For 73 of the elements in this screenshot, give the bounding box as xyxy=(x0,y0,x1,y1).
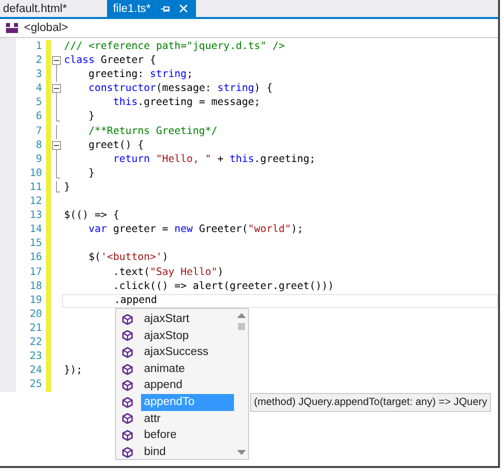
code-line: greeting: string; xyxy=(88,69,193,80)
completion-item[interactable]: ajaxSuccess xyxy=(116,344,234,361)
code-line: greet() { xyxy=(88,140,144,151)
completion-item[interactable]: before xyxy=(116,427,234,444)
quick-info-tooltip: (method) JQuery.appendTo(target: any) => JQuery xyxy=(250,393,492,412)
line-number: 14 xyxy=(28,223,43,238)
line-number: 18 xyxy=(28,280,43,294)
code-line: $('<button>') xyxy=(88,252,168,264)
cube-icon xyxy=(122,364,133,375)
code-line: }); xyxy=(64,365,82,376)
completion-item[interactable]: animate xyxy=(116,360,234,378)
line-number: 5 xyxy=(34,96,43,110)
close-icon[interactable] xyxy=(178,4,188,13)
completion-item[interactable]: attr xyxy=(116,410,234,428)
code-line: class Greeter { xyxy=(64,55,156,66)
tab-title: file1.ts* xyxy=(112,2,151,14)
code-line: .append xyxy=(113,294,158,306)
line-number: 23 xyxy=(28,350,43,364)
line-number: 8 xyxy=(34,138,43,153)
line-number: 25 xyxy=(28,378,43,392)
line-number: 17 xyxy=(28,266,43,280)
completion-item[interactable]: ajaxStop xyxy=(116,328,234,344)
namespace-icon xyxy=(6,23,18,33)
line-number: 2 xyxy=(34,54,43,68)
line-number: 11 xyxy=(28,180,43,195)
line-number: 20 xyxy=(28,308,43,322)
line-number: 1 xyxy=(34,40,43,54)
code-line: /**Returns Greeting*/ xyxy=(88,126,218,137)
line-number: 16 xyxy=(28,251,43,266)
completion-item[interactable]: ajaxStart xyxy=(116,311,234,328)
scroll-up-icon[interactable] xyxy=(236,313,246,319)
code-line: /// <reference path="jquery.d.ts" /> xyxy=(64,41,285,52)
code-line: } xyxy=(88,168,95,179)
cube-icon xyxy=(122,380,133,392)
code-line: } xyxy=(88,111,95,122)
cube-icon xyxy=(122,413,133,424)
line-number: 3 xyxy=(34,68,43,82)
scope-dropdown[interactable]: <global> xyxy=(0,22,74,34)
cube-icon xyxy=(122,346,133,358)
line-number: 4 xyxy=(34,82,43,96)
completion-item[interactable]: append xyxy=(116,377,234,394)
cube-icon xyxy=(122,314,133,325)
completion-item[interactable]: bind xyxy=(116,444,234,460)
code-line: var greeter = new Greeter("world"); xyxy=(88,224,304,236)
code-line: } xyxy=(64,182,70,193)
code-line: $(() => { xyxy=(64,210,120,222)
code-line: this.greeting = message; xyxy=(112,97,260,108)
code-line: .click(() => alert(greeter.greet())) xyxy=(112,280,334,292)
line-number: 10 xyxy=(28,166,43,181)
cube-icon xyxy=(122,396,133,408)
line-number: 21 xyxy=(28,322,43,336)
line-number: 6 xyxy=(34,110,43,124)
code-line: constructor(message: string) { xyxy=(88,83,273,94)
scroll-thumb[interactable] xyxy=(238,323,244,330)
document-tab[interactable]: file1.ts* xyxy=(106,0,196,17)
line-number: 24 xyxy=(28,364,43,378)
line-number: 9 xyxy=(34,152,43,167)
line-number: 13 xyxy=(28,209,43,224)
cube-icon xyxy=(122,330,133,342)
code-line: .text("Say Hello") xyxy=(112,266,224,278)
line-number: 7 xyxy=(34,124,43,139)
line-number: 15 xyxy=(28,237,43,252)
line-number: 12 xyxy=(28,195,43,210)
collapse-icon[interactable] xyxy=(52,82,61,96)
scroll-down-icon[interactable] xyxy=(236,449,246,455)
line-number: 19 xyxy=(28,294,43,308)
collapse-icon[interactable] xyxy=(52,54,61,68)
cube-icon xyxy=(122,430,133,441)
line-number: 22 xyxy=(28,336,43,350)
code-line: return "Hello, " + this.greeting; xyxy=(112,154,316,165)
collapse-icon[interactable] xyxy=(52,138,61,153)
tab-title: default.html* xyxy=(3,2,67,14)
pin-icon[interactable] xyxy=(160,4,171,12)
